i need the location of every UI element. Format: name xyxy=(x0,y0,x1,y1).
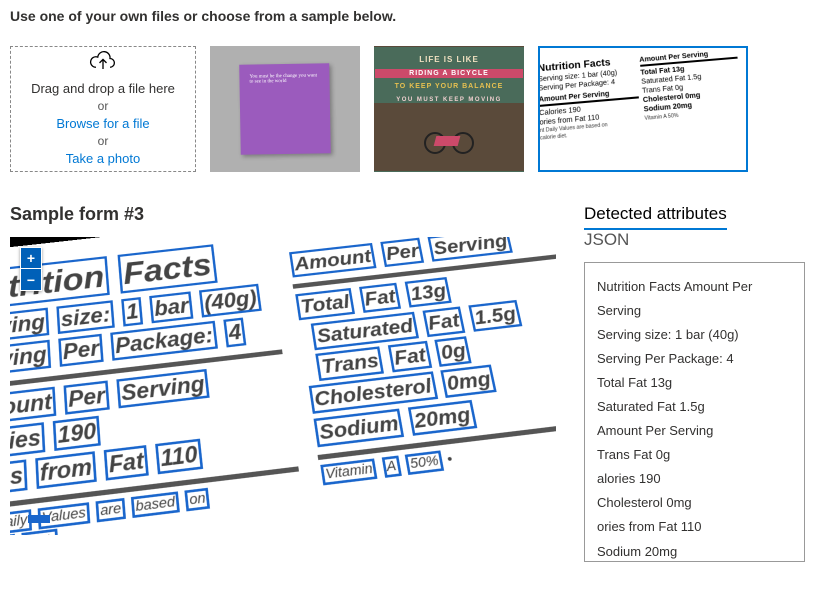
or-text-2: or xyxy=(98,133,109,150)
poster-line: RIDING A BICYCLE xyxy=(375,69,523,78)
zoom-out-button[interactable]: − xyxy=(20,269,42,291)
bicycle-graphic xyxy=(421,132,477,157)
poster-line: YOU MUST KEEP MOVING xyxy=(375,97,523,103)
detected-line: Saturated Fat 1.5g xyxy=(597,395,792,419)
tab-detected-attributes[interactable]: Detected attributes xyxy=(584,204,727,230)
sample-thumbnail-3[interactable]: Nutrition Facts Serving size: 1 bar (40g… xyxy=(538,46,748,172)
sample-thumbnail-1[interactable]: You must be the change you want to see i… xyxy=(210,46,360,172)
tab-json[interactable]: JSON xyxy=(584,230,629,254)
detected-line: Total Fat 13g xyxy=(597,371,792,395)
detected-line: Nutrition Facts Amount Per Serving xyxy=(597,275,792,323)
file-drop-zone[interactable]: Drag and drop a file here or Browse for … xyxy=(10,46,196,172)
take-photo-link[interactable]: Take a photo xyxy=(66,150,140,168)
image-preview: + − Nutrition Facts Serving size: 1 bar … xyxy=(10,237,556,535)
detected-line: alories 190 xyxy=(597,467,792,491)
samples-row: Drag and drop a file here or Browse for … xyxy=(10,46,805,172)
cloud-upload-icon xyxy=(89,50,117,74)
zoom-controls: + − xyxy=(20,247,42,291)
preview-title: Sample form #3 xyxy=(10,204,556,225)
detected-line: Cholesterol 0mg xyxy=(597,491,792,515)
detected-attributes-panel: Nutrition Facts Amount Per Serving Servi… xyxy=(584,262,805,562)
detected-line: Sodium 20mg xyxy=(597,540,792,562)
annotated-document: Nutrition Facts Serving size: 1 bar (40g… xyxy=(10,237,556,535)
nutrition-label-graphic: Nutrition Facts Serving size: 1 bar (40g… xyxy=(538,46,748,172)
zoom-in-button[interactable]: + xyxy=(20,247,42,269)
sticky-note-graphic: You must be the change you want to see i… xyxy=(239,63,331,155)
sample-thumbnail-2[interactable]: LIFE IS LIKE RIDING A BICYCLE TO KEEP YO… xyxy=(374,46,524,172)
detected-line: Trans Fat 0g xyxy=(597,443,792,467)
poster-line: TO KEEP YOUR BALANCE xyxy=(375,83,523,90)
detected-line: Amount Per Serving xyxy=(597,419,792,443)
result-tabs: Detected attributes JSON xyxy=(584,204,805,254)
detected-line: ories from Fat 110 xyxy=(597,515,792,539)
detected-line: Serving Per Package: 4 xyxy=(597,347,792,371)
browse-file-link[interactable]: Browse for a file xyxy=(56,115,149,133)
detected-line: Serving size: 1 bar (40g) xyxy=(597,323,792,347)
poster-line: LIFE IS LIKE xyxy=(375,55,523,64)
or-text-1: or xyxy=(98,98,109,115)
instruction-text: Use one of your own files or choose from… xyxy=(10,8,805,24)
drop-text: Drag and drop a file here xyxy=(31,80,175,98)
annotation-tag-icon xyxy=(28,515,50,523)
